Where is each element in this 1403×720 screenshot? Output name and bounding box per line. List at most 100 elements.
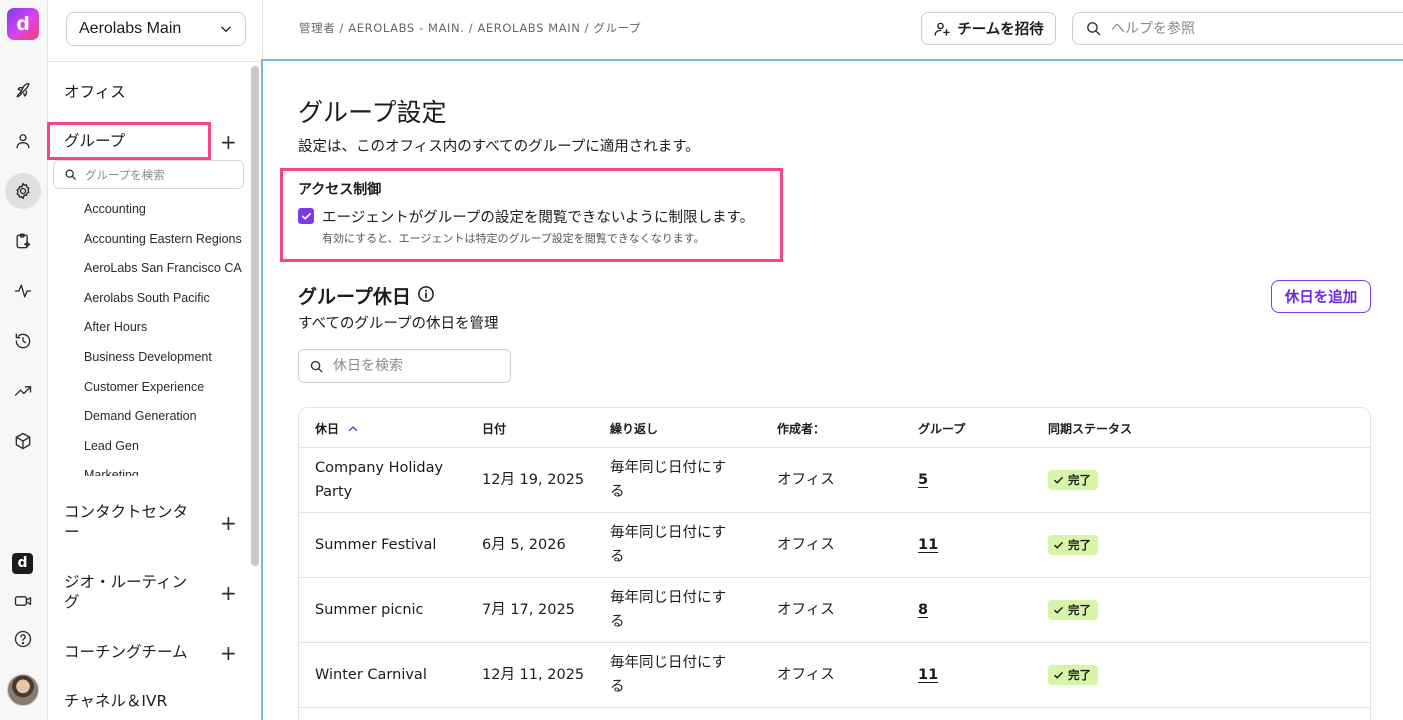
holiday-groups-link[interactable]: 5	[918, 468, 928, 492]
holiday-name-line: Company Holiday	[315, 460, 444, 476]
holiday-repeat: 毎年同じ日付にす る	[610, 456, 726, 504]
access-control-title: アクセス制御	[298, 182, 382, 198]
app-logo[interactable]: d	[7, 8, 39, 40]
sidebar-item-geo-routing[interactable]: ジオ・ルーティン グ	[64, 572, 187, 612]
main-panel: グループ設定 設定は、このオフィス内のすべてのグループに適用されます。 アクセス…	[261, 59, 1403, 720]
invite-team-button[interactable]: チームを招待	[921, 12, 1056, 45]
activity-icon[interactable]	[8, 276, 38, 306]
restrict-agents-checkbox[interactable]	[298, 208, 314, 224]
group-item[interactable]: After Hours	[84, 316, 254, 346]
group-list: Accounting Accounting Eastern Regions Ae…	[84, 198, 254, 476]
group-item[interactable]: Accounting Eastern Regions	[84, 228, 254, 258]
holiday-repeat: 毎年同じ日付にす る	[610, 651, 726, 699]
add-user-icon	[934, 22, 951, 36]
holiday-date: 12月 19, 2025	[482, 472, 585, 488]
holiday-name[interactable]: Summer Festival	[315, 533, 436, 557]
table-row[interactable]: Winter Carnival 12月 11, 2025 毎年同じ日付にす る …	[299, 643, 1370, 708]
group-item[interactable]: AeroLabs San Francisco CA	[84, 257, 254, 287]
column-header-repeat[interactable]: 繰り返し	[610, 420, 658, 437]
sidebar-item-contact-center[interactable]: コンタクトセンタ ー	[64, 502, 188, 542]
video-icon[interactable]	[8, 586, 38, 616]
rocket-icon[interactable]	[8, 76, 38, 106]
group-search-input[interactable]	[85, 167, 235, 182]
restrict-agents-help: 有効にすると、エージェントは特定のグループ設定を閲覧できなくなります。	[322, 232, 705, 245]
column-header-holiday[interactable]: 休日	[315, 420, 359, 437]
invite-team-label: チームを招待	[957, 22, 1044, 38]
table-row[interactable]: Summer Festival 6月 5, 2026 毎年同じ日付にす る オフ…	[299, 513, 1370, 578]
search-icon	[65, 169, 76, 180]
status-label: 完了	[1068, 538, 1091, 552]
group-item[interactable]: Customer Experience	[84, 376, 254, 406]
column-header-sync-status[interactable]: 同期ステータス	[1048, 420, 1132, 437]
group-item[interactable]: Business Development	[84, 346, 254, 376]
column-header-creator[interactable]: 作成者：	[777, 420, 825, 437]
breadcrumb[interactable]: 管理者 / AEROLABS - MAIN. / AEROLABS MAIN /…	[299, 20, 641, 36]
info-icon[interactable]	[417, 285, 435, 303]
person-icon[interactable]	[8, 126, 38, 156]
check-icon	[1054, 606, 1063, 614]
add-holiday-button[interactable]: 休日を追加	[1271, 280, 1371, 313]
holiday-creator: オフィス	[777, 537, 835, 553]
table-header: 休日 日付 繰り返し 作成者： グループ 同期ステータス	[299, 408, 1370, 448]
workspace-name: Aerolabs Main	[79, 20, 182, 37]
add-geo-routing-plus-icon[interactable]: +	[220, 583, 237, 603]
divider	[48, 61, 263, 62]
holiday-repeat-line: る	[610, 679, 625, 695]
holiday-name[interactable]: Company Holiday Party	[315, 456, 443, 504]
check-icon	[1054, 671, 1063, 679]
holiday-repeat-line: 毎年同じ日付にす	[610, 525, 727, 541]
add-coaching-team-plus-icon[interactable]: +	[220, 643, 237, 663]
gear-icon[interactable]	[5, 173, 41, 209]
sidebar-item-label: グ	[64, 593, 80, 611]
column-header-date[interactable]: 日付	[482, 420, 506, 437]
holiday-name[interactable]: Winter Carnival	[315, 663, 427, 687]
help-search[interactable]	[1072, 12, 1403, 45]
sort-ascending-icon[interactable]	[347, 423, 359, 435]
holiday-groups-link[interactable]: 8	[918, 598, 928, 622]
status-badge: 完了	[1048, 535, 1098, 555]
group-item[interactable]: Lead Gen	[84, 435, 254, 465]
status-label: 完了	[1068, 668, 1091, 682]
cube-icon[interactable]	[8, 426, 38, 456]
holiday-creator: オフィス	[777, 602, 835, 618]
holiday-groups-link[interactable]: 11	[918, 533, 938, 557]
table-row[interactable]: Summer picnic 7月 17, 2025 毎年同じ日付にす る オフィ…	[299, 578, 1370, 643]
holiday-groups-link[interactable]: 11	[918, 663, 938, 687]
sidebar-item-label: コンタクトセンタ	[64, 503, 189, 521]
group-item[interactable]: Marketing	[84, 464, 254, 476]
check-icon	[1054, 541, 1063, 549]
holiday-search-input[interactable]	[333, 358, 493, 374]
sidebar-item-coaching-team[interactable]: コーチングチーム	[64, 642, 188, 662]
holiday-name[interactable]: Summer picnic	[315, 598, 424, 622]
page-subtitle: 設定は、このオフィス内のすべてのグループに適用されます。	[298, 139, 700, 155]
sidebar-item-groups[interactable]: グループ	[64, 131, 125, 151]
group-item[interactable]: Aerolabs South Pacific	[84, 287, 254, 317]
avatar[interactable]	[7, 674, 39, 706]
holidays-table: 休日 日付 繰り返し 作成者： グループ 同期ステータス Company Hol…	[298, 407, 1371, 720]
table-row[interactable]: Company Holiday Party 12月 19, 2025 毎年同じ日…	[299, 448, 1370, 513]
sidebar-item-office[interactable]: オフィス	[64, 82, 126, 102]
search-icon	[310, 360, 323, 372]
group-search[interactable]	[53, 160, 244, 189]
group-item[interactable]: Demand Generation	[84, 405, 254, 435]
history-icon[interactable]	[8, 326, 38, 356]
restrict-agents-label[interactable]: エージェントがグループの設定を閲覧できないように制限します。	[322, 206, 754, 227]
holiday-repeat-line: る	[610, 549, 625, 565]
column-header-groups[interactable]: グループ	[918, 420, 965, 437]
holiday-search[interactable]	[298, 349, 511, 383]
sidebar-item-channels-ivr[interactable]: チャネル＆IVR	[64, 691, 167, 711]
help-search-input[interactable]	[1111, 20, 1391, 37]
checkmark-icon	[301, 212, 311, 220]
holiday-repeat-line: 毎年同じ日付にす	[610, 460, 727, 476]
sidebar-scrollbar[interactable]	[251, 66, 259, 566]
trending-icon[interactable]	[8, 376, 38, 406]
d-app-icon[interactable]: d	[12, 553, 33, 574]
topbar: 管理者 / AEROLABS - MAIN. / AEROLABS MAIN /…	[263, 0, 1403, 58]
clipboard-sparkle-icon[interactable]	[8, 226, 38, 256]
workspace-select[interactable]: Aerolabs Main	[66, 12, 246, 46]
add-group-plus-icon[interactable]: +	[220, 132, 237, 152]
holiday-repeat: 毎年同じ日付にす る	[610, 586, 726, 634]
group-item[interactable]: Accounting	[84, 198, 254, 228]
add-contact-center-plus-icon[interactable]: +	[220, 513, 237, 533]
help-icon[interactable]	[8, 624, 38, 654]
